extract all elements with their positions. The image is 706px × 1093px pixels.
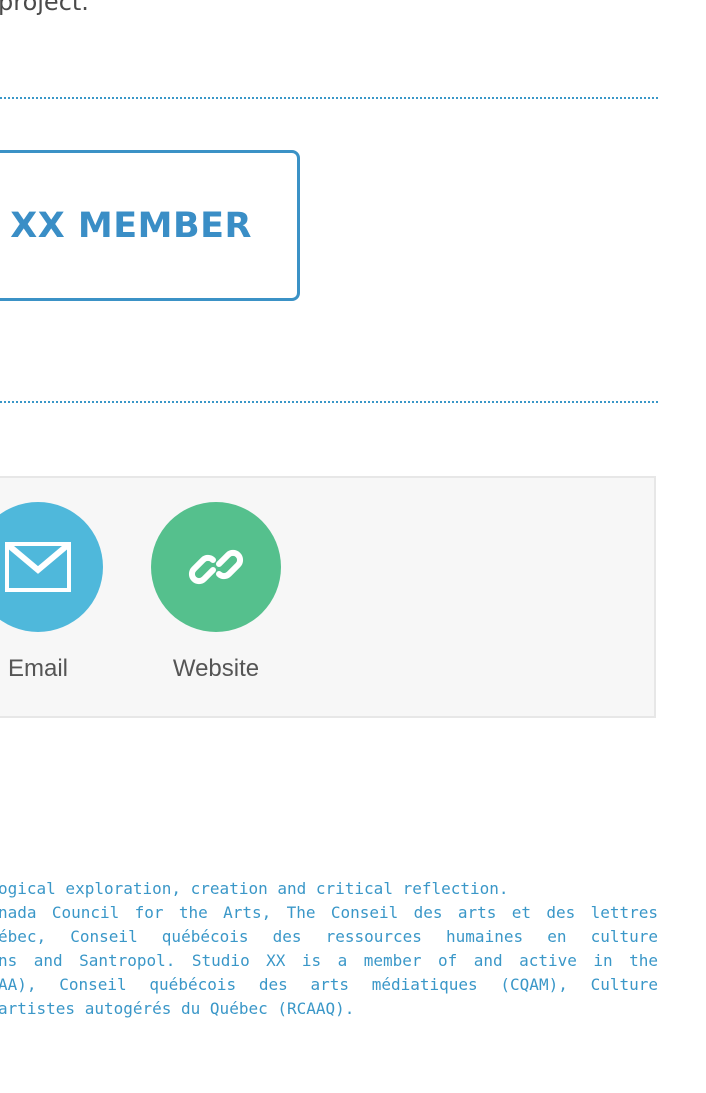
footer-line: ogical exploration, creation and critica…: [0, 879, 509, 898]
dotted-divider-top: [0, 97, 658, 99]
dotted-divider-bottom: [0, 401, 658, 403]
share-panel: Email Website: [0, 476, 656, 718]
footer-line: nada Council for the Arts, The Conseil d…: [0, 903, 658, 922]
link-icon: [188, 549, 244, 585]
envelope-icon: [5, 542, 71, 592]
intro-text: project.: [0, 0, 89, 16]
become-member-button[interactable]: XX MEMBER: [0, 150, 300, 301]
share-website-label: Website: [172, 655, 260, 682]
member-button-label: XX MEMBER: [10, 205, 252, 246]
email-circle[interactable]: [0, 502, 103, 632]
share-email-button[interactable]: Email: [0, 502, 103, 683]
footer-text: ogical exploration, creation and critica…: [0, 877, 658, 1021]
footer-line: artistes autogérés du Québec (RCAAQ).: [0, 999, 355, 1018]
footer-line: ns and Santropol. Studio XX is a member …: [0, 951, 658, 970]
footer-line: ébec, Conseil québécois des ressources h…: [0, 927, 658, 946]
share-website-button[interactable]: Website: [151, 502, 281, 683]
website-circle[interactable]: [151, 502, 281, 632]
share-email-label: Email: [7, 655, 68, 682]
footer-line: AA), Conseil québécois des arts médiatiq…: [0, 975, 658, 994]
